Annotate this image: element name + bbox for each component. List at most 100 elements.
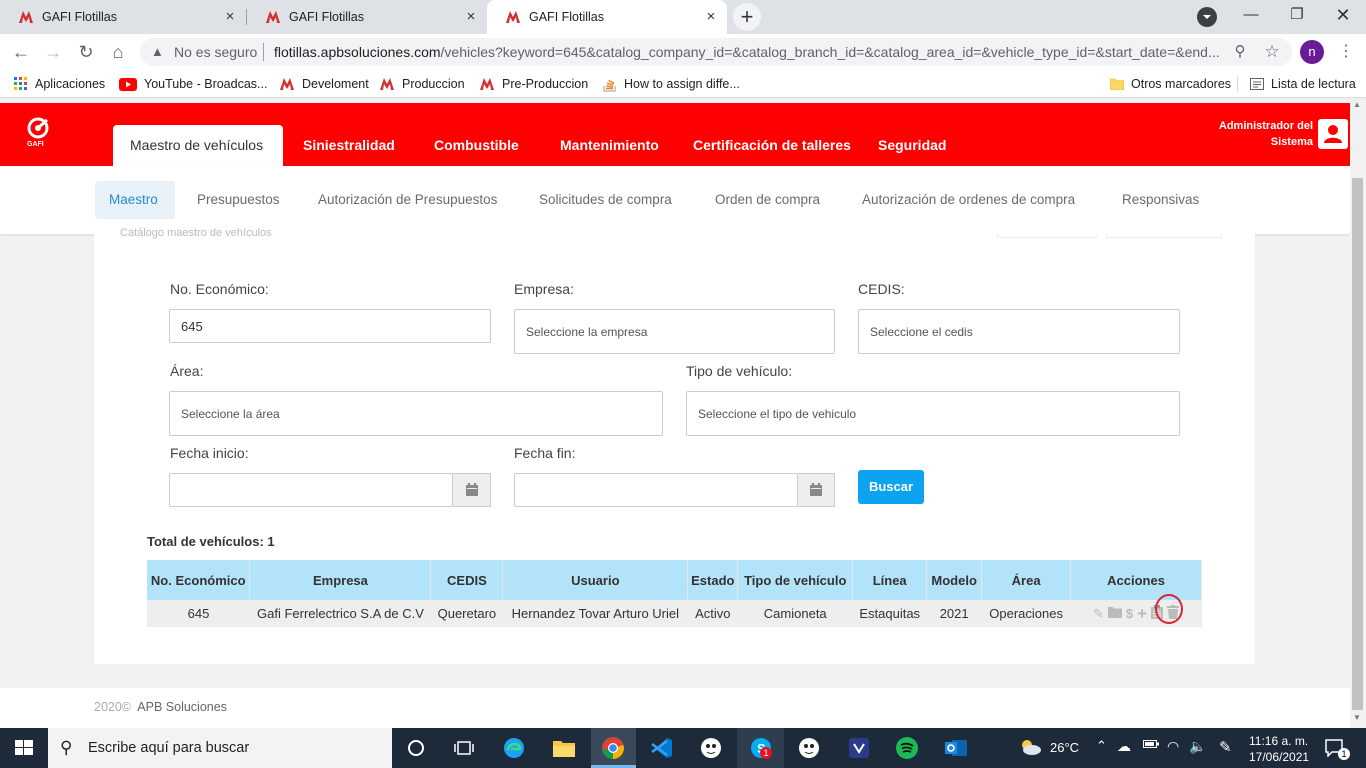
bookmark-produccion[interactable]: Produccion — [379, 74, 465, 94]
windows-start-icon[interactable] — [0, 728, 48, 768]
profile-avatar[interactable]: n — [1300, 40, 1324, 64]
url-text[interactable]: flotillas.apbsoluciones.com/vehicles?key… — [274, 44, 1222, 60]
dog-app-icon[interactable] — [698, 736, 724, 760]
edit-icon[interactable]: ✎ — [1093, 606, 1104, 622]
fecha-inicio-input[interactable] — [169, 473, 453, 507]
column-header[interactable]: Usuario — [502, 560, 689, 600]
close-tab-icon[interactable]: × — [703, 9, 719, 25]
battery-icon[interactable] — [1143, 738, 1159, 753]
column-header[interactable]: CEDIS — [430, 560, 504, 600]
wifi-icon[interactable]: ◠ — [1167, 738, 1179, 755]
bookmark-apps[interactable]: Aplicaciones — [14, 74, 105, 94]
column-header[interactable]: Tipo de vehículo — [737, 560, 854, 600]
menu-kebab-icon[interactable]: ⋮ — [1334, 40, 1358, 64]
column-header[interactable]: Estado — [687, 560, 739, 600]
edge-icon[interactable] — [501, 736, 527, 760]
reading-list[interactable]: Lista de lectura — [1250, 74, 1356, 94]
top-nav-seguridad[interactable]: Seguridad — [878, 137, 946, 153]
cedis-select[interactable]: Seleccione el cedis — [858, 309, 1180, 354]
warning-icon[interactable]: ▲ — [151, 44, 164, 59]
gafi-logo[interactable]: GAFI — [26, 117, 52, 149]
scrollbar-thumb[interactable] — [1352, 178, 1363, 710]
task-view-icon[interactable] — [451, 736, 477, 760]
top-nav-mantenimiento[interactable]: Mantenimiento — [560, 137, 659, 153]
economico-input[interactable]: 645 — [169, 309, 491, 343]
bookmark-label: Produccion — [402, 77, 465, 91]
chrome-icon[interactable] — [600, 736, 626, 760]
taskbar-search-placeholder[interactable]: Escribe aquí para buscar — [88, 740, 249, 756]
empresa-select[interactable]: Seleccione la empresa — [514, 309, 835, 354]
column-header[interactable]: Empresa — [249, 560, 432, 600]
volume-icon[interactable]: 🔈 — [1189, 738, 1206, 755]
browser-tab-3-active[interactable]: GAFI Flotillas × — [487, 0, 727, 34]
column-header[interactable]: Línea — [852, 560, 928, 600]
close-tab-icon[interactable]: × — [222, 9, 238, 25]
home-icon[interactable]: ⌂ — [106, 40, 130, 64]
spotify-icon[interactable] — [894, 736, 920, 760]
reload-icon[interactable]: ↻ — [74, 40, 98, 64]
bookmark-youtube[interactable]: YouTube - Broadcas... — [119, 74, 267, 94]
tray-chevron-up-icon[interactable]: ⌃ — [1096, 738, 1107, 754]
scroll-down-icon[interactable]: ▼ — [1353, 713, 1361, 722]
top-nav-siniestralidad[interactable]: Siniestralidad — [303, 137, 395, 153]
annotation-circle — [1155, 594, 1183, 624]
top-nav-maestro[interactable]: Maestro de vehículos — [130, 137, 263, 153]
top-nav-certificacion[interactable]: Certificación de talleres — [693, 137, 851, 153]
column-header[interactable]: Modelo — [926, 560, 983, 600]
taskbar-clock[interactable]: 11:16 a. m. 17/06/2021 — [1249, 733, 1309, 765]
sub-nav-solicitudes-compra[interactable]: Solicitudes de compra — [539, 192, 672, 207]
minimize-window-icon[interactable]: — — [1228, 0, 1274, 32]
user-avatar-icon[interactable] — [1318, 119, 1348, 149]
outlook-icon[interactable] — [943, 736, 969, 760]
browser-tab-1[interactable]: GAFI Flotillas × — [0, 0, 246, 34]
new-tab-button[interactable]: + — [733, 3, 761, 31]
bookmark-preproduccion[interactable]: Pre-Produccion — [479, 74, 588, 94]
forward-icon[interactable]: → — [41, 40, 65, 64]
folder-icon[interactable] — [1107, 606, 1122, 621]
restore-window-icon[interactable]: ❐ — [1274, 0, 1320, 32]
bookmark-star-icon[interactable]: ☆ — [1260, 40, 1284, 64]
user-name[interactable]: Administrador del Sistema — [1200, 118, 1313, 150]
table-header-row: No. Económico Empresa CEDIS Usuario Esta… — [147, 560, 1202, 600]
bookmark-develoment[interactable]: Develoment — [279, 74, 369, 94]
visual-studio-icon[interactable] — [846, 736, 872, 760]
plus-icon[interactable]: + — [1137, 604, 1147, 624]
browser-tab-2[interactable]: GAFI Flotillas × — [247, 0, 487, 34]
zoom-icon[interactable]: ⚲ — [1228, 40, 1252, 64]
sub-nav-autorizacion-ordenes[interactable]: Autorización de ordenes de compra — [862, 192, 1075, 207]
area-select[interactable]: Seleccione la área — [169, 391, 663, 436]
security-label[interactable]: No es seguro — [174, 44, 257, 60]
sub-nav-presupuestos[interactable]: Presupuestos — [197, 192, 280, 207]
calendar-icon[interactable] — [453, 473, 491, 507]
sub-nav-maestro[interactable]: Maestro — [109, 192, 158, 207]
weather-temperature[interactable]: 26°C — [1050, 740, 1079, 755]
sub-nav-responsivas[interactable]: Responsivas — [1122, 192, 1199, 207]
weather-cloud-icon[interactable] — [1018, 738, 1042, 759]
tab-search-icon[interactable] — [1197, 7, 1217, 27]
close-window-icon[interactable]: ✕ — [1320, 0, 1366, 32]
onedrive-icon[interactable]: ☁ — [1117, 738, 1131, 755]
column-header[interactable]: Área — [981, 560, 1072, 600]
sub-nav-autorizacion-presupuestos[interactable]: Autorización de Presupuestos — [318, 192, 497, 207]
tipo-vehiculo-select[interactable]: Seleccione el tipo de vehiculo — [686, 391, 1180, 436]
cortana-icon[interactable] — [403, 736, 429, 760]
cell-linea: Estaquitas — [852, 600, 927, 627]
hidden-button[interactable] — [997, 234, 1098, 238]
other-bookmarks[interactable]: Otros marcadores — [1110, 74, 1231, 94]
file-explorer-icon[interactable] — [551, 736, 577, 760]
pen-workspace-icon[interactable]: ✎ — [1219, 738, 1232, 756]
sub-nav-orden-compra[interactable]: Orden de compra — [715, 192, 820, 207]
buscar-button[interactable]: Buscar — [858, 470, 924, 504]
close-tab-icon[interactable]: × — [463, 9, 479, 25]
column-header[interactable]: No. Económico — [147, 560, 251, 600]
dog-app-icon-2[interactable] — [796, 736, 822, 760]
bookmark-stackoverflow[interactable]: How to assign diffe... — [603, 74, 740, 94]
vscode-icon[interactable] — [649, 736, 675, 760]
back-icon[interactable]: ← — [9, 40, 33, 64]
scroll-up-icon[interactable]: ▲ — [1353, 100, 1361, 109]
hidden-button[interactable] — [1106, 234, 1222, 238]
top-nav-combustible[interactable]: Combustible — [434, 137, 519, 153]
dollar-icon[interactable]: $ — [1126, 606, 1133, 621]
fecha-fin-input[interactable] — [514, 473, 798, 507]
calendar-icon[interactable] — [798, 473, 835, 507]
